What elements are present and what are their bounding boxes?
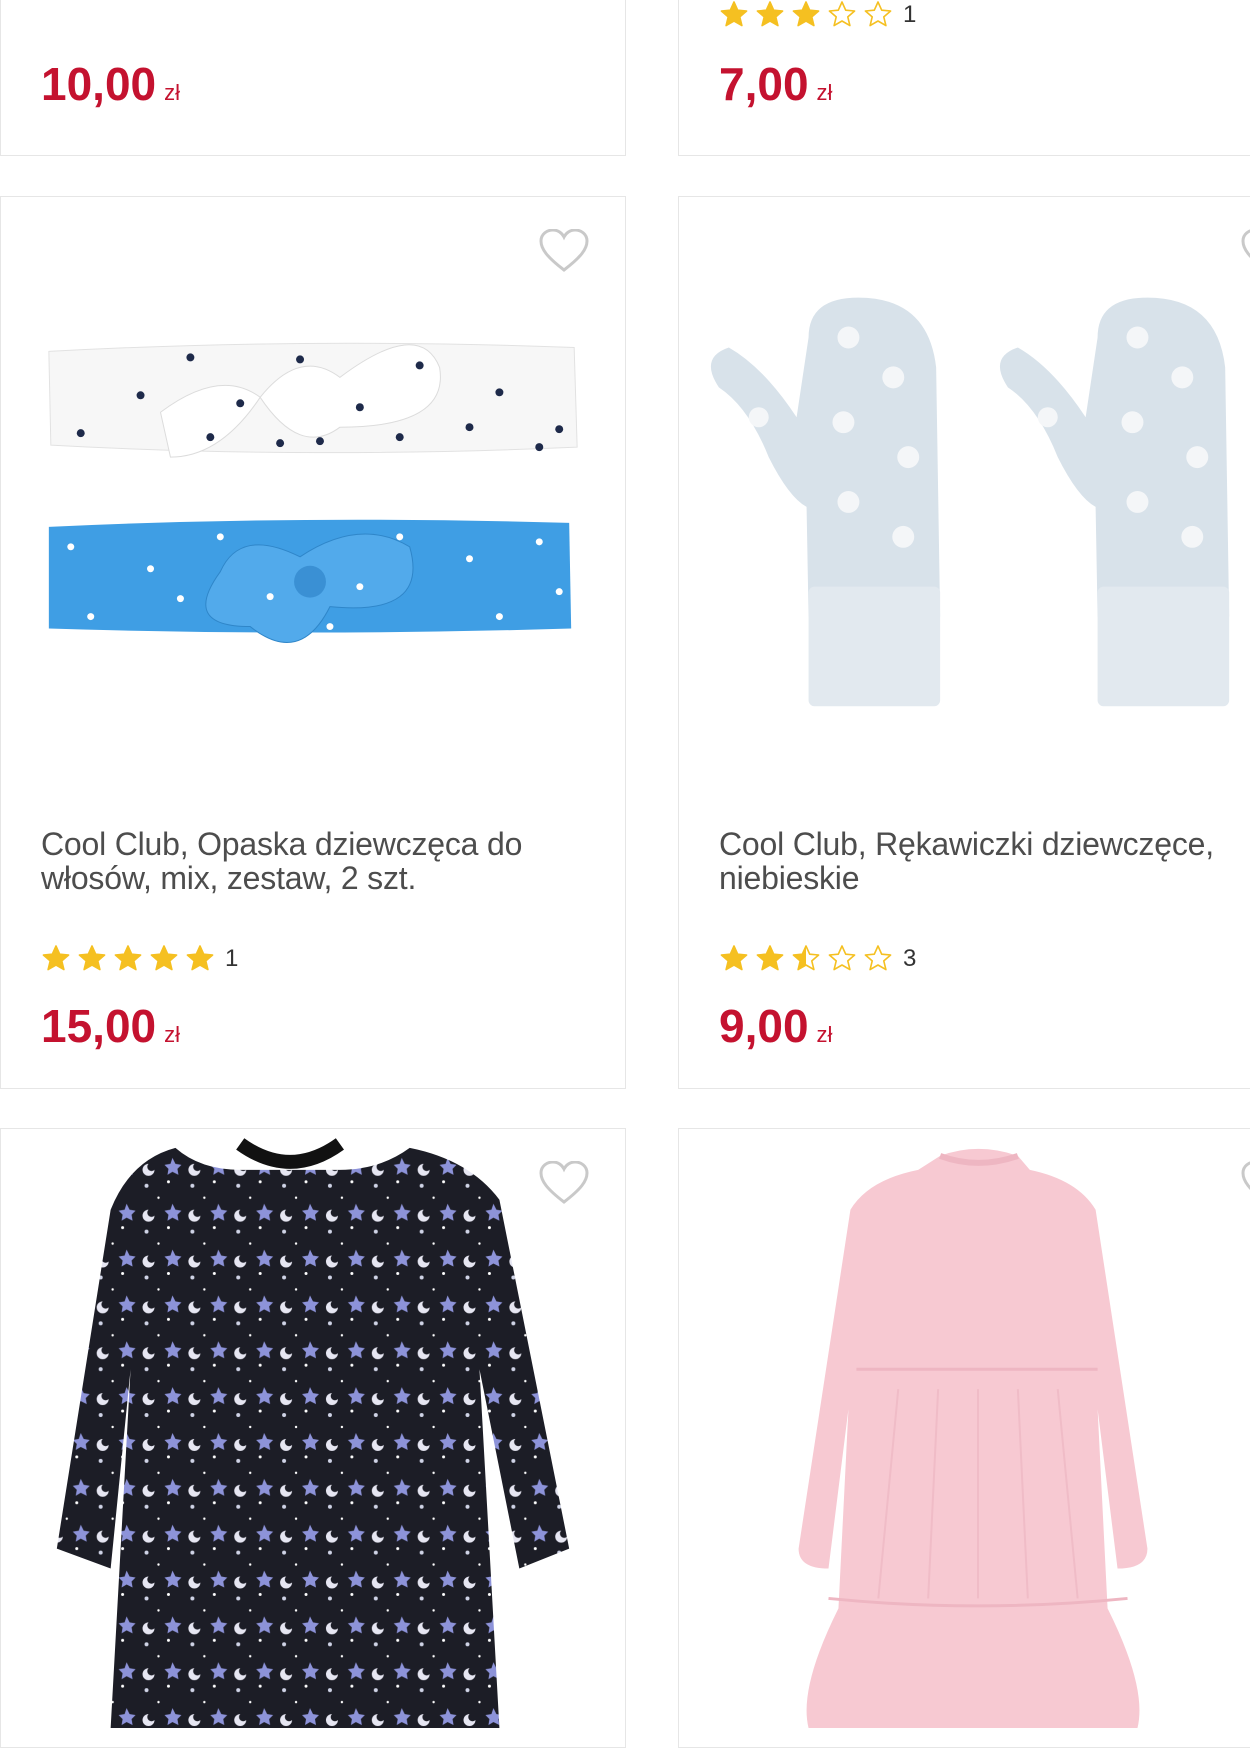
product-price: 9,00 zł xyxy=(719,1000,833,1052)
product-image-mittens[interactable] xyxy=(679,197,1250,777)
product-price: 15,00 zł xyxy=(41,1000,181,1052)
favorite-heart-icon[interactable] xyxy=(1241,229,1250,273)
rating-count: 3 xyxy=(903,945,917,972)
star-filled-icon xyxy=(114,945,142,971)
product-price: 10,00 zł xyxy=(41,58,181,110)
star-filled-icon xyxy=(186,945,214,971)
star-outline-icon xyxy=(864,945,892,971)
rating-count: 1 xyxy=(225,945,239,972)
star-filled-icon xyxy=(150,945,178,971)
star-outline-icon xyxy=(828,945,856,971)
star-outline-icon xyxy=(864,1,892,27)
product-image-dress-stars[interactable] xyxy=(1,1129,625,1729)
product-card[interactable]: 1 7,00 zł xyxy=(678,0,1250,156)
rating-count: 1 xyxy=(903,1,917,28)
star-filled-icon xyxy=(78,945,106,971)
product-image-headbands[interactable] xyxy=(1,197,625,777)
star-half-icon xyxy=(792,945,820,971)
product-card[interactable] xyxy=(0,1128,626,1748)
product-price: 7,00 zł xyxy=(719,58,833,110)
product-image-dress-pink[interactable] xyxy=(679,1129,1250,1729)
star-filled-icon xyxy=(792,1,820,27)
product-rating: 1 xyxy=(41,943,238,975)
product-rating: 1 xyxy=(719,0,916,31)
star-filled-icon xyxy=(42,945,70,971)
star-filled-icon xyxy=(720,1,748,27)
favorite-heart-icon[interactable] xyxy=(539,229,589,273)
star-filled-icon xyxy=(756,1,784,27)
product-title[interactable]: Cool Club, Opaska dziewczęca do włosów, … xyxy=(41,827,595,895)
product-card[interactable] xyxy=(678,1128,1250,1748)
product-card[interactable]: Cool Club, Rękawiczki dziewczęce, niebie… xyxy=(678,196,1250,1089)
star-filled-icon xyxy=(756,945,784,971)
favorite-heart-icon[interactable] xyxy=(539,1161,589,1205)
product-rating: 3 xyxy=(719,943,916,975)
favorite-heart-icon[interactable] xyxy=(1241,1161,1250,1205)
product-card[interactable]: Cool Club, Opaska dziewczęca do włosów, … xyxy=(0,196,626,1089)
product-card[interactable]: 10,00 zł xyxy=(0,0,626,156)
product-title[interactable]: Cool Club, Rękawiczki dziewczęce, niebie… xyxy=(719,827,1250,895)
star-filled-icon xyxy=(720,945,748,971)
star-outline-icon xyxy=(828,1,856,27)
